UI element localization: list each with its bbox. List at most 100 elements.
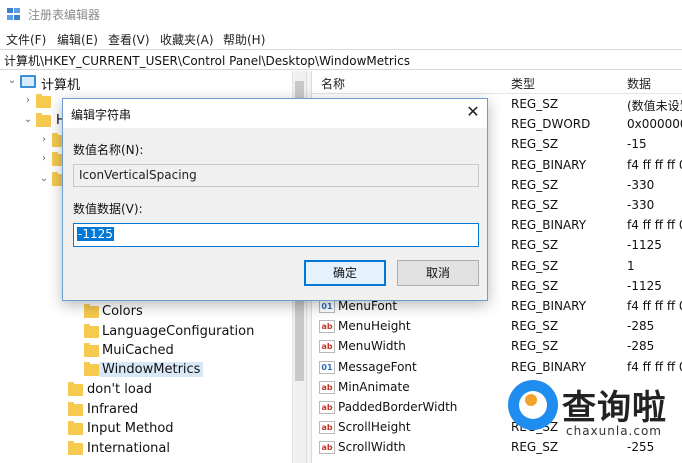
value-type: REG_DWORD [511,117,591,132]
close-icon[interactable]: ✕ [463,102,483,122]
chevron-down-icon[interactable]: ⌄ [38,173,50,185]
value-type: REG_SZ [511,278,559,293]
folder-icon [36,94,51,108]
menu-favorites[interactable]: 收藏夹(A) [160,31,214,48]
value-data: f4 ff ff ff 0 [627,218,682,233]
value-data: f4 ff ff ff 0 [627,299,682,313]
folder-icon [84,324,99,338]
magnifier-icon [508,380,558,430]
value-type: REG_SZ [511,258,559,273]
value-data: -15 [627,137,647,152]
menu-bar: 文件(F) 编辑(E) 查看(V) 收藏夹(A) 帮助(H) [0,30,682,49]
dialog-title: 编辑字符串 [71,108,132,122]
value-name: MenuFont [338,299,398,313]
value-data: 1 [627,258,635,273]
value-name: MenuHeight [338,319,411,334]
tree-label: Infrared [87,402,139,417]
value-type: REG_BINARY [511,299,587,313]
menu-file[interactable]: 文件(F) [6,31,46,48]
value-name: MenuWidth [338,339,406,354]
chevron-down-icon[interactable]: ⌄ [22,114,34,126]
menu-view[interactable]: 查看(V) [108,31,150,48]
tree-item-windowmetrics[interactable]: WindowMetrics [70,361,290,380]
watermark-text: 查询啦 [562,388,667,428]
tree-item-languageconfiguration[interactable]: LanguageConfiguration [70,323,290,342]
value-type: REG_SZ [511,319,559,334]
menu-edit[interactable]: 编辑(E) [57,31,98,48]
value-name: PaddedBorderWidth [338,400,458,414]
tree-item-input-method[interactable]: Input Method [54,420,284,439]
value-data: -285 [627,339,655,354]
value-row[interactable]: 01 MessageFont REG_BINARY f4 ff ff ff 0 [312,358,682,378]
string-value-icon: ab [319,401,335,414]
value-type: REG_SZ [511,177,559,192]
string-value-icon: ab [319,421,335,435]
tree-label: LanguageConfiguration [102,324,255,339]
ok-button[interactable]: 确定 [304,260,386,286]
column-data[interactable]: 数据 [627,75,651,92]
value-data-text: -1125 [77,227,114,241]
value-name: ScrollHeight [338,420,411,435]
value-row[interactable]: ab MenuHeight REG_SZ -285 [312,317,682,337]
folder-icon [68,402,83,416]
address-bar[interactable]: 计算机\HKEY_CURRENT_USER\Control Panel\Desk… [0,49,682,70]
title-bar: 注册表编辑器 [0,0,682,30]
folder-icon [68,382,83,396]
value-type: REG_BINARY [511,218,587,233]
value-name: MinAnimate [338,379,410,394]
value-type: REG_BINARY [511,157,587,172]
menu-help[interactable]: 帮助(H) [223,31,265,48]
tree-label: International [87,441,170,456]
tree-label: 计算机 [41,78,81,93]
value-row[interactable]: ab ScrollWidth REG_SZ -255 [312,438,682,458]
value-data: -285 [627,319,655,334]
value-data: 0x0000000 [627,117,682,132]
string-value-icon: ab [319,320,335,334]
tree-item-computer[interactable]: ⌄ 计算机 [6,73,206,93]
edit-string-dialog: 编辑字符串 ✕ 数值名称(N): IconVerticalSpacing 数值数… [62,98,488,301]
value-data-input[interactable]: -1125 [73,223,479,247]
value-data: (数值未设置 [627,99,682,113]
value-data: -330 [627,198,655,212]
watermark-url: chaxunla.com [566,424,662,438]
value-data: -1125 [627,238,662,253]
chevron-right-icon[interactable]: › [38,153,50,165]
value-name-label: 数值名称(N): [73,143,144,157]
value-data: f4 ff ff ff 0 [627,359,682,374]
folder-icon [84,343,99,357]
chevron-down-icon[interactable]: ⌄ [6,75,18,87]
value-row[interactable]: ab MenuWidth REG_SZ -285 [312,337,682,357]
address-path: 计算机\HKEY_CURRENT_USER\Control Panel\Desk… [4,54,410,68]
window-title: 注册表编辑器 [28,8,101,22]
tree-label: MuiCached [102,343,174,358]
computer-icon [20,75,36,88]
folder-icon [68,441,83,455]
string-value-icon: ab [319,340,335,354]
tree-item-international[interactable]: International [54,440,284,459]
value-name: MessageFont [338,359,417,374]
value-data: -255 [627,440,655,455]
binary-value-icon: 01 [319,360,335,374]
tree-item-colors[interactable]: Colors [70,303,290,322]
value-data-label: 数值数据(V): [73,202,143,216]
watermark-logo: 查询啦 chaxunla.com [508,376,682,440]
regedit-icon [7,8,21,21]
cancel-button[interactable]: 取消 [397,260,479,286]
value-type: REG_SZ [511,198,559,212]
value-type: REG_SZ [511,440,559,455]
tree-item-dont-load[interactable]: don't load [54,381,284,400]
value-data: -1125 [627,278,662,293]
chevron-right-icon[interactable]: › [38,134,50,146]
value-type: REG_SZ [511,238,559,253]
value-data: f4 ff ff ff 0 [627,157,682,172]
column-name[interactable]: 名称 [321,75,345,92]
dialog-body: 数值名称(N): IconVerticalSpacing 数值数据(V): -1… [63,128,487,300]
folder-icon [68,421,83,435]
value-type: REG_BINARY [511,359,587,374]
tree-label: WindowMetrics [99,362,204,377]
chevron-right-icon[interactable]: › [22,95,34,107]
folder-icon [84,362,99,376]
tree-item-muicached[interactable]: MuiCached [70,342,290,361]
column-type[interactable]: 类型 [511,75,535,92]
tree-item-infrared[interactable]: Infrared [54,401,284,420]
